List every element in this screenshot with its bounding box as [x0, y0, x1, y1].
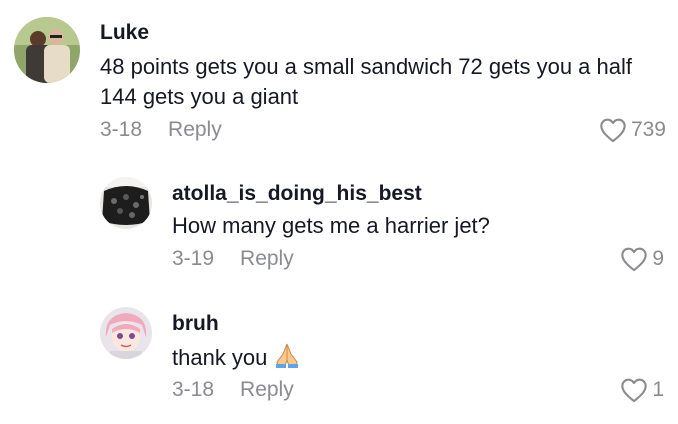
comment-date: 3-18 — [172, 378, 215, 401]
comment-meta: 3-19 Reply — [172, 247, 294, 271]
reply-button[interactable]: Reply — [240, 378, 294, 401]
user-avatar-anime-icon — [100, 307, 152, 359]
like-button[interactable]: 9 — [620, 246, 664, 272]
comment-username[interactable]: Luke — [100, 21, 149, 45]
reply-button[interactable]: Reply — [168, 118, 222, 141]
avatar[interactable] — [14, 17, 80, 83]
avatar[interactable] — [100, 177, 152, 229]
comment-date: 3-18 — [100, 118, 143, 141]
like-count: 739 — [630, 118, 666, 141]
comment-meta: 3-18 Reply — [172, 378, 294, 402]
comment-text: 48 points gets you a small sandwich 72 g… — [100, 54, 632, 109]
heart-icon — [621, 247, 648, 272]
like-button[interactable]: 1 — [620, 377, 664, 403]
comment-text-content: thank you — [172, 344, 268, 370]
avatar[interactable] — [100, 307, 152, 359]
comment-text: thank you — [172, 342, 652, 376]
comment-date: 3-19 — [172, 247, 215, 270]
comment-username[interactable]: atolla_is_doing_his_best — [172, 182, 422, 206]
like-count: 1 — [652, 378, 664, 401]
reply-button[interactable]: Reply — [240, 247, 294, 270]
comment-username[interactable]: bruh — [172, 312, 219, 336]
folded-hands-icon — [273, 342, 301, 376]
heart-icon — [600, 118, 626, 143]
heart-icon — [621, 378, 648, 403]
comment-text: How many gets me a harrier jet? — [172, 213, 490, 238]
user-avatar-photo-icon — [14, 17, 80, 83]
comment-meta: 3-18 Reply — [100, 118, 222, 142]
like-button[interactable]: 739 — [599, 117, 666, 143]
user-avatar-photo-icon — [100, 177, 152, 229]
like-count: 9 — [652, 247, 664, 270]
